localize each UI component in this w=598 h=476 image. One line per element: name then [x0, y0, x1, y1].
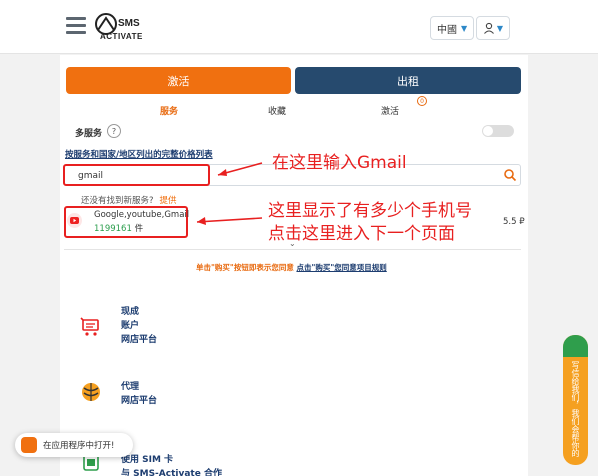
feature-line: 表: [121, 439, 222, 453]
logo-text-bottom: ACTIVATE: [100, 32, 143, 41]
annotation-box-search: [63, 164, 210, 186]
tab-favorites[interactable]: 收藏: [268, 104, 286, 117]
service-count: 1199161 件: [94, 222, 143, 234]
open-in-app-toast[interactable]: 在应用程序中打开!: [15, 433, 133, 457]
service-not-found-note: 还没有找到新服务? 提供: [81, 194, 177, 206]
side-tab-accent: [563, 335, 588, 357]
service-name[interactable]: Google,youtube,Gmail: [94, 210, 189, 220]
offer-service-link[interactable]: 提供: [160, 196, 177, 206]
user-menu-button[interactable]: ▼: [476, 16, 510, 40]
feature-sim-partnership[interactable]: 表 使用 SIM 卡 与 SMS-Activate 合作: [121, 439, 222, 476]
language-label: 中國: [437, 24, 457, 36]
rent-button[interactable]: 出租: [295, 67, 521, 94]
help-icon[interactable]: ?: [107, 124, 121, 138]
feature-line: 网店平台: [121, 396, 158, 406]
user-icon: [484, 22, 494, 34]
app-icon: [21, 437, 37, 453]
feature-line: 使用 SIM 卡: [121, 455, 174, 465]
activations-count-badge: 0: [417, 96, 427, 106]
tab-activations[interactable]: 激活: [381, 104, 399, 117]
terms-notice: 单击"购买"按钮即表示您同意 点击"购买"您同意项目规则: [196, 262, 387, 273]
search-icon[interactable]: [503, 168, 517, 182]
contact-us-side-tab[interactable]: 写信给我们，我们会帮你的: [563, 335, 588, 465]
chevron-down-icon: ▼: [496, 23, 504, 33]
open-in-app-label: 在应用程序中打开!: [43, 441, 115, 451]
proxy-icon: [82, 383, 100, 401]
price-list-link[interactable]: 按服务和国家/地区列出的完整价格列表: [65, 148, 213, 160]
cart-icon: [80, 317, 99, 336]
feature-line: 账户: [121, 321, 140, 331]
youtube-icon: [67, 213, 82, 228]
sms-activate-logo[interactable]: SMS ACTIVATE: [94, 10, 174, 44]
service-price[interactable]: 5.5 ₽: [503, 217, 525, 227]
service-count-number: 1199161: [94, 224, 132, 234]
feature-line: 现成: [121, 307, 140, 317]
multi-service-toggle[interactable]: [482, 125, 514, 137]
language-selector[interactable]: 中國 ▼: [430, 16, 475, 40]
not-found-text: 还没有找到新服务?: [81, 196, 154, 206]
annotation-count-hint: 这里显示了有多少个手机号: [268, 201, 472, 221]
annotation-search-hint: 在这里输入Gmail: [272, 153, 407, 173]
feature-proxy[interactable]: 代理 网店平台: [121, 380, 157, 408]
hamburger-menu-icon[interactable]: [66, 17, 86, 34]
divider: [64, 249, 521, 250]
annotation-click-hint: 点击这里进入下一个页面: [268, 224, 455, 244]
side-tab-label: 写信给我们，我们会帮你的: [571, 361, 580, 457]
service-count-unit: 件: [134, 224, 144, 234]
activate-button[interactable]: 激活: [66, 67, 291, 94]
feature-ready-accounts[interactable]: 现成 账户 网店平台: [121, 305, 157, 347]
terms-link[interactable]: 点击"购买"您同意项目规则: [296, 263, 386, 272]
feature-line: 网店平台: [121, 335, 158, 345]
multi-service-label: 多服务: [75, 129, 103, 139]
logo-text-top: SMS: [118, 18, 140, 29]
chevron-down-icon: ▼: [461, 23, 468, 33]
terms-prefix: 单击"购买"按钮即表示您同意: [196, 263, 294, 272]
tab-services[interactable]: 服务: [160, 104, 178, 117]
feature-line: 代理: [121, 382, 140, 392]
feature-line: 与 SMS-Activate 合作: [121, 469, 222, 476]
